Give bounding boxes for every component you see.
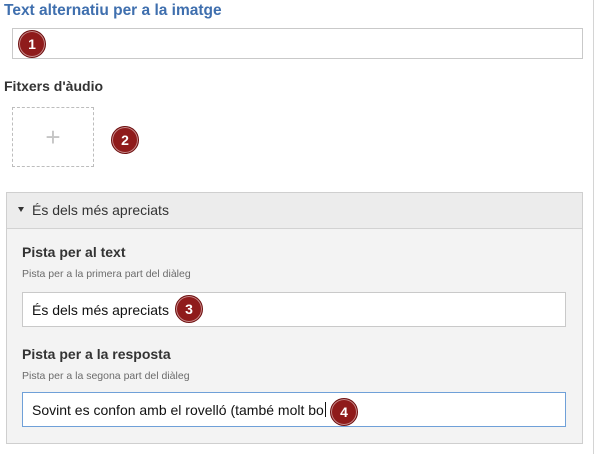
answer-hint-input[interactable]: Sovint es confon amb el rovelló (també m…: [22, 392, 566, 427]
dialog-group-panel: És dels més apreciats Pista per al text …: [6, 192, 583, 444]
answer-hint-value-wrap: Sovint es confon amb el rovelló (també m…: [32, 393, 326, 426]
answer-hint-value: Sovint es confon amb el rovelló (també m…: [32, 401, 324, 418]
collapse-caret-icon[interactable]: [18, 207, 24, 212]
answer-hint-label: Pista per a la resposta: [22, 346, 171, 362]
text-cursor: [324, 402, 326, 417]
callout-badge-3: 3: [175, 295, 203, 323]
alt-text-input[interactable]: [12, 28, 583, 59]
audio-files-label: Fitxers d'àudio: [4, 78, 104, 94]
text-hint-label: Pista per al text: [22, 244, 126, 260]
group-header[interactable]: És dels més apreciats: [7, 193, 582, 229]
alt-text-label: Text alternatiu per a la imatge: [4, 2, 222, 19]
callout-badge-4: 4: [330, 398, 358, 426]
answer-hint-description: Pista per a la segona part del diàleg: [22, 370, 190, 382]
plus-icon: +: [45, 121, 61, 152]
add-audio-button[interactable]: +: [12, 107, 94, 167]
text-hint-description: Pista per a la primera part del diàleg: [22, 268, 191, 280]
callout-badge-1: 1: [18, 30, 46, 58]
text-hint-input[interactable]: És dels més apreciats: [22, 292, 566, 327]
callout-badge-2: 2: [111, 126, 139, 154]
text-hint-value: És dels més apreciats: [32, 301, 169, 318]
group-title: És dels més apreciats: [32, 202, 169, 218]
panel-right-border: [593, 0, 594, 454]
